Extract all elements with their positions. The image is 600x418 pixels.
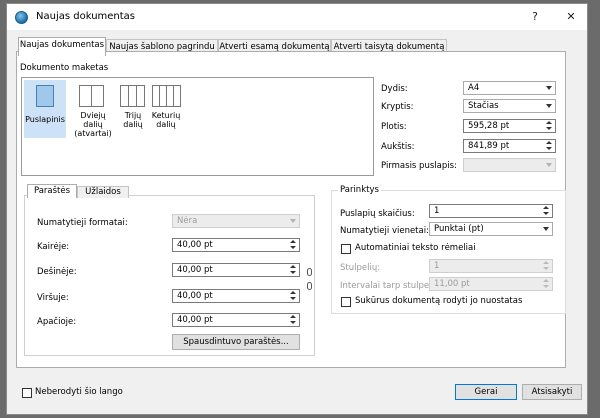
title-bar: Naujas dokumentas ? ✕: [7, 4, 587, 30]
printer-margins-button[interactable]: Spausdintuvo paraštės...: [172, 334, 300, 350]
chevron-down-icon: [546, 86, 552, 90]
tab-margins[interactable]: Paraštės: [27, 184, 77, 198]
show-settings-checkbox[interactable]: [341, 297, 351, 307]
first-page-label: Pirmasis puslapis:: [381, 161, 457, 171]
spinner-icon: [541, 261, 551, 271]
height-value: 841,89 pt: [468, 141, 510, 151]
size-select[interactable]: A4: [463, 81, 556, 95]
layout-double-label: Dviejų dalių (atvartai): [74, 111, 112, 138]
spinner-icon: [541, 279, 551, 289]
page-count-label: Puslapių skaičius:: [340, 209, 415, 219]
chevron-down-icon: [543, 227, 549, 231]
units-label: Numatytieji vienetai:: [340, 226, 429, 236]
width-label: Plotis:: [381, 122, 407, 132]
chevron-down-icon: [546, 163, 552, 167]
chevron-down-icon: [290, 219, 296, 223]
bottom-margin-label: Apačioje:: [37, 317, 77, 327]
margin-preset-value: Nėra: [177, 216, 198, 226]
column-gap-input: 11,00 pt: [429, 277, 553, 291]
orientation-label: Kryptis:: [381, 102, 414, 112]
left-margin-label: Kairėje:: [37, 242, 70, 252]
top-margin-input[interactable]: 40,00 pt: [172, 289, 300, 303]
layout-single-label: Puslapinis: [25, 115, 65, 124]
orientation-value: Stačias: [468, 101, 499, 111]
tab-bleeds[interactable]: Užlaidos: [77, 186, 129, 198]
width-input[interactable]: 595,28 pt: [463, 119, 556, 133]
spinner-icon[interactable]: [541, 206, 551, 216]
left-margin-value: 40,00 pt: [177, 240, 213, 250]
units-value: Punktai (pt): [434, 224, 484, 234]
layout-quad[interactable]: Keturių dalių: [150, 80, 182, 136]
layout-double-sided[interactable]: Dviejų dalių (atvartai): [70, 80, 116, 144]
right-margin-value: 40,00 pt: [177, 265, 213, 275]
cancel-button[interactable]: Atsisakyti: [522, 384, 582, 400]
right-margin-input[interactable]: 40,00 pt: [172, 263, 300, 277]
columns-input: 1: [429, 259, 553, 273]
height-label: Aukštis:: [381, 142, 415, 152]
bottom-margin-value: 40,00 pt: [177, 315, 213, 325]
auto-frames-checkbox[interactable]: [341, 244, 351, 254]
layout-triple-label: Trijų dalių: [123, 111, 143, 129]
layout-triple[interactable]: Trijų dalių: [118, 80, 148, 136]
layout-picker: Puslapinis Dviejų dalių (atvartai) Trijų…: [21, 77, 374, 176]
window-title: Naujas dokumentas: [36, 11, 136, 22]
double-page-icon-right: [91, 85, 104, 107]
top-margin-value: 40,00 pt: [177, 291, 213, 301]
size-label: Dydis:: [381, 84, 408, 94]
spinner-icon[interactable]: [288, 291, 298, 301]
auto-frames-label: Automatiniai teksto rėmeliai: [355, 243, 476, 253]
first-page-select: [463, 158, 556, 172]
single-page-icon: [36, 85, 54, 107]
margin-preset-label: Numatytieji formatai:: [37, 218, 128, 228]
size-value: A4: [468, 83, 480, 93]
height-input[interactable]: 841,89 pt: [463, 139, 556, 153]
link-chain-icon[interactable]: [307, 268, 312, 276]
page-count-input[interactable]: 1: [429, 204, 553, 218]
column-gap-value: 11,00 pt: [434, 279, 470, 289]
spinner-icon[interactable]: [544, 141, 554, 151]
dont-show-label: Neberodyti šio lango: [35, 387, 123, 397]
spinner-icon[interactable]: [288, 240, 298, 250]
units-select[interactable]: Punktai (pt): [429, 222, 553, 236]
app-icon: [15, 11, 28, 24]
layout-quad-label: Keturių dalių: [151, 111, 181, 129]
layout-single-page[interactable]: Puslapinis: [24, 80, 66, 138]
spinner-icon[interactable]: [288, 315, 298, 325]
dont-show-checkbox[interactable]: [22, 388, 32, 398]
close-icon[interactable]: ✕: [559, 8, 583, 26]
columns-value: 1: [434, 261, 440, 271]
show-settings-label: Sukūrus dokumentą rodyti jo nuostatas: [355, 296, 523, 306]
bottom-margin-input[interactable]: 40,00 pt: [172, 313, 300, 327]
column-gap-label: Intervalai tarp stulpelių:: [340, 281, 443, 291]
top-margin-label: Viršuje:: [37, 293, 69, 303]
chevron-down-icon: [546, 104, 552, 108]
columns-label: Stulpelių:: [340, 263, 381, 273]
width-value: 595,28 pt: [468, 121, 510, 131]
quad-page-icon-4: [173, 85, 181, 107]
orientation-select[interactable]: Stačias: [463, 99, 556, 113]
help-icon[interactable]: ?: [523, 8, 547, 26]
page-count-value: 1: [434, 206, 440, 216]
link-chain-icon-lower[interactable]: [307, 282, 312, 290]
margin-preset-select: Nėra: [172, 214, 300, 228]
tab-new-document[interactable]: Naujas dokumentas: [18, 37, 106, 56]
left-margin-input[interactable]: 40,00 pt: [172, 238, 300, 252]
maket-group-title: Dokumento maketas: [18, 63, 111, 73]
spinner-icon[interactable]: [288, 265, 298, 275]
triple-page-icon-right: [136, 85, 145, 107]
spinner-icon[interactable]: [544, 121, 554, 131]
options-group-title: Parinktys: [338, 185, 381, 195]
right-margin-label: Dešinėje:: [37, 267, 77, 277]
ok-button[interactable]: Gerai: [455, 384, 517, 400]
